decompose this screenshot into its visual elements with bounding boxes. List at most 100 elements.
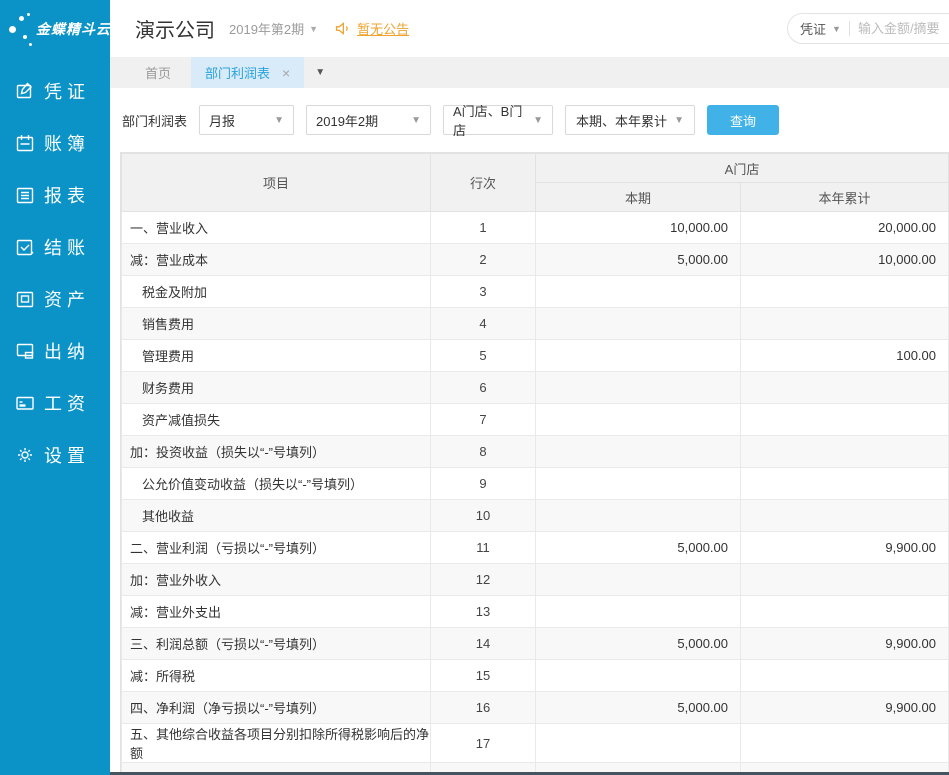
row-ytd-value bbox=[741, 308, 949, 340]
row-line-number: 2 bbox=[431, 244, 536, 276]
global-search: 凭证 ▼ bbox=[787, 13, 949, 44]
announcement-link[interactable]: 暂无公告 bbox=[334, 19, 409, 38]
row-item-label: 销售费用 bbox=[122, 308, 431, 340]
table-row: 销售费用4 bbox=[122, 308, 949, 340]
chevron-down-icon: ▼ bbox=[533, 115, 543, 126]
report-icon bbox=[15, 185, 35, 205]
table-row: 资产减值损失7 bbox=[122, 404, 949, 436]
table-body: 一、营业收入110,000.0020,000.00减：营业成本25,000.00… bbox=[122, 212, 949, 775]
table-row: 三、利润总额（亏损以“-”号填列）145,000.009,900.00 bbox=[122, 628, 949, 660]
period-select[interactable]: 2019年2期 ▼ bbox=[306, 105, 431, 135]
table-row: 财务费用6 bbox=[122, 372, 949, 404]
table-row: 管理费用5100.00 bbox=[122, 340, 949, 372]
chevron-down-icon: ▼ bbox=[274, 115, 284, 126]
row-current-value bbox=[536, 436, 741, 468]
sidebar-item-payroll[interactable]: 工资 bbox=[0, 377, 110, 429]
column-header-current: 本期 bbox=[536, 183, 741, 212]
period-selector[interactable]: 2019年第2期 ▼ bbox=[229, 19, 318, 38]
columns-select[interactable]: 本期、本年累计 ▼ bbox=[565, 105, 695, 135]
tab-bar: 首页 部门利润表 × ▼ bbox=[110, 57, 949, 88]
divider bbox=[849, 21, 850, 36]
row-item-label: 资产减值损失 bbox=[122, 404, 431, 436]
sidebar-item-settings[interactable]: 设置 bbox=[0, 429, 110, 481]
report-table-container: 项目 行次 A门店 本期 本年累计 一、营业收入110,000.0020,000… bbox=[120, 152, 949, 775]
search-category-dropdown[interactable]: 凭证 bbox=[800, 19, 826, 38]
table-row: 减：所得税15 bbox=[122, 660, 949, 692]
row-item-label: 加：投资收益（损失以“-”号填列） bbox=[122, 436, 431, 468]
row-current-value bbox=[536, 660, 741, 692]
sidebar-item-label: 结账 bbox=[44, 234, 90, 260]
column-header-line: 行次 bbox=[431, 154, 536, 212]
row-ytd-value bbox=[741, 500, 949, 532]
table-row: 税金及附加3 bbox=[122, 276, 949, 308]
row-line-number: 6 bbox=[431, 372, 536, 404]
asset-icon bbox=[15, 289, 35, 309]
row-current-value bbox=[536, 404, 741, 436]
row-current-value bbox=[536, 724, 741, 763]
table-row: 加：营业外收入12 bbox=[122, 564, 949, 596]
row-line-number: 1 bbox=[431, 212, 536, 244]
row-ytd-value: 10,000.00 bbox=[741, 244, 949, 276]
row-current-value: 10,000.00 bbox=[536, 212, 741, 244]
close-icon[interactable]: × bbox=[282, 66, 290, 80]
chevron-down-icon: ▼ bbox=[315, 67, 325, 78]
row-item-label: 管理费用 bbox=[122, 340, 431, 372]
stores-select[interactable]: A门店、B门店 ▼ bbox=[443, 105, 553, 135]
search-input[interactable] bbox=[858, 21, 949, 36]
row-line-number: 11 bbox=[431, 532, 536, 564]
row-line-number: 10 bbox=[431, 500, 536, 532]
row-item-label: 减：所得税 bbox=[122, 660, 431, 692]
row-ytd-value bbox=[741, 276, 949, 308]
row-ytd-value bbox=[741, 404, 949, 436]
table-row: 二、营业利润（亏损以“-”号填列）115,000.009,900.00 bbox=[122, 532, 949, 564]
period-label: 2019年第2期 bbox=[229, 19, 304, 38]
app-header: 演示公司 2019年第2期 ▼ 暂无公告 凭证 ▼ bbox=[110, 0, 949, 57]
sidebar-item-cashier[interactable]: 出纳 bbox=[0, 325, 110, 377]
row-current-value: 5,000.00 bbox=[536, 628, 741, 660]
settings-icon bbox=[15, 445, 35, 465]
table-row: 加：投资收益（损失以“-”号填列）8 bbox=[122, 436, 949, 468]
row-current-value: 5,000.00 bbox=[536, 692, 741, 724]
cashier-icon bbox=[15, 341, 35, 361]
table-row: 一、营业收入110,000.0020,000.00 bbox=[122, 212, 949, 244]
row-current-value bbox=[536, 500, 741, 532]
sidebar-item-ledger[interactable]: 账簿 bbox=[0, 117, 110, 169]
row-line-number: 13 bbox=[431, 596, 536, 628]
report-title: 部门利润表 bbox=[122, 111, 187, 130]
tab-department-profit[interactable]: 部门利润表 × bbox=[191, 57, 304, 88]
sidebar-item-voucher[interactable]: 凭证 bbox=[0, 65, 110, 117]
row-ytd-value: 9,900.00 bbox=[741, 628, 949, 660]
row-ytd-value bbox=[741, 596, 949, 628]
sidebar-item-label: 凭证 bbox=[44, 78, 90, 104]
query-button[interactable]: 查询 bbox=[707, 105, 779, 135]
row-item-label: 财务费用 bbox=[122, 372, 431, 404]
horn-icon bbox=[334, 20, 351, 37]
tab-list-dropdown[interactable]: ▼ bbox=[304, 57, 336, 88]
row-line-number: 17 bbox=[431, 724, 536, 763]
row-line-number: 14 bbox=[431, 628, 536, 660]
table-row: 减：营业成本25,000.0010,000.00 bbox=[122, 244, 949, 276]
chevron-down-icon: ▼ bbox=[674, 115, 684, 126]
sidebar-item-label: 账簿 bbox=[44, 130, 90, 156]
tab-home[interactable]: 首页 bbox=[125, 57, 191, 88]
tab-label: 首页 bbox=[145, 63, 171, 82]
sidebar-item-label: 报表 bbox=[44, 182, 90, 208]
row-item-label: 加：营业外收入 bbox=[122, 564, 431, 596]
row-ytd-value: 20,000.00 bbox=[741, 212, 949, 244]
row-item-label: 减：营业外支出 bbox=[122, 596, 431, 628]
report-table: 项目 行次 A门店 本期 本年累计 一、营业收入110,000.0020,000… bbox=[121, 153, 949, 775]
row-ytd-value bbox=[741, 372, 949, 404]
sidebar-nav: 凭证 账簿 报表 结账 资产 出纳 bbox=[0, 65, 110, 481]
sidebar-item-report[interactable]: 报表 bbox=[0, 169, 110, 221]
row-item-label: 四、净利润（净亏损以“-”号填列） bbox=[122, 692, 431, 724]
row-current-value bbox=[536, 372, 741, 404]
period-type-select[interactable]: 月报 ▼ bbox=[199, 105, 294, 135]
row-current-value bbox=[536, 596, 741, 628]
row-item-label: 税金及附加 bbox=[122, 276, 431, 308]
sidebar-item-closing[interactable]: 结账 bbox=[0, 221, 110, 273]
sidebar-item-label: 出纳 bbox=[44, 338, 90, 364]
row-current-value bbox=[536, 340, 741, 372]
stores-value: A门店、B门店 bbox=[453, 101, 526, 139]
sidebar-item-asset[interactable]: 资产 bbox=[0, 273, 110, 325]
row-ytd-value: 9,900.00 bbox=[741, 692, 949, 724]
